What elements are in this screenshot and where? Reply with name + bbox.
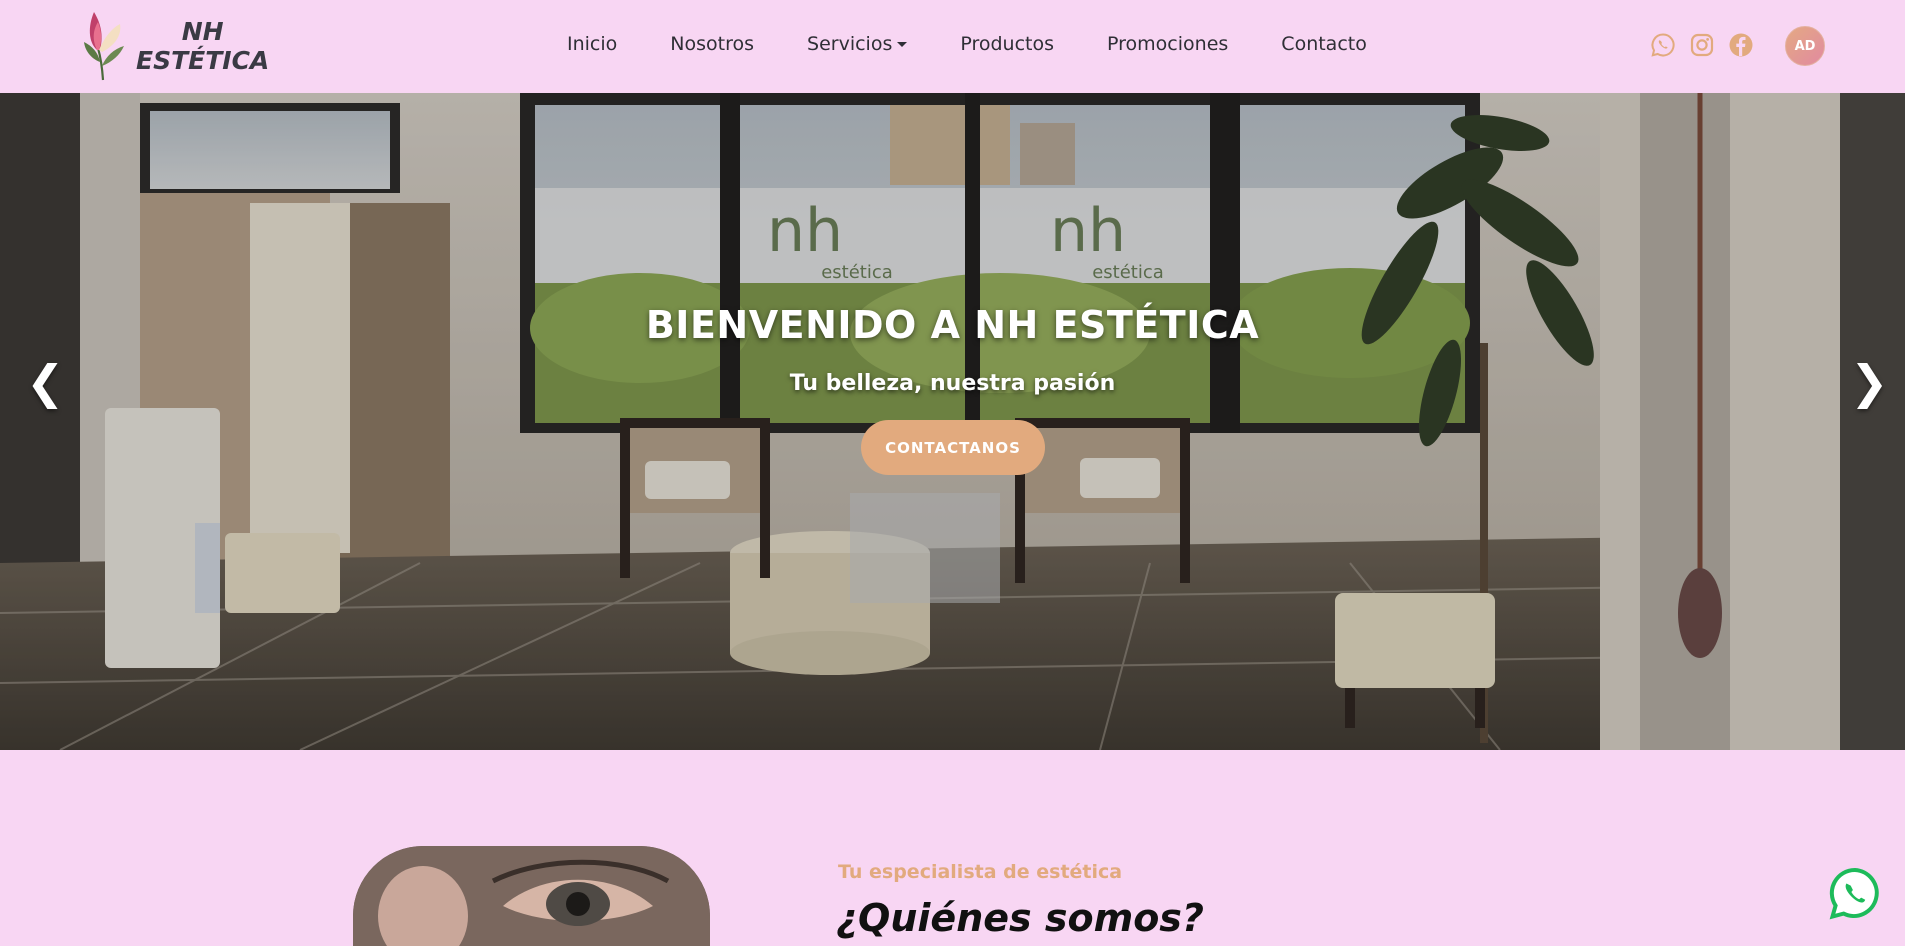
social-links	[1650, 32, 1767, 58]
hero-title: BIENVENIDO A NH ESTÉTICA	[645, 303, 1260, 347]
brand-name: NH ESTÉTICA	[136, 17, 269, 75]
nav-item-label: Nosotros	[670, 33, 755, 55]
whatsapp-icon[interactable]	[1650, 32, 1676, 58]
about-kicker: Tu especialista de estética	[838, 861, 1123, 883]
main-nav: Inicio Nosotros Servicios Productos Prom…	[567, 33, 1420, 55]
nav-item-servicios[interactable]: Servicios	[807, 33, 908, 55]
nav-item-label: Contacto	[1281, 33, 1367, 55]
user-initials: AD	[1794, 38, 1816, 54]
nav-item-label: Inicio	[567, 33, 618, 55]
nav-item-nosotros[interactable]: Nosotros	[670, 33, 754, 55]
nav-item-label: Promociones	[1107, 33, 1229, 55]
carousel-next-icon[interactable]: ❯	[1850, 355, 1889, 409]
tulip-logo-icon	[84, 12, 124, 81]
nav-item-productos[interactable]: Productos	[960, 33, 1054, 55]
carousel-prev-icon[interactable]: ❮	[26, 355, 65, 409]
nav-item-label: Servicios	[807, 33, 893, 55]
whatsapp-float-icon[interactable]	[1827, 866, 1883, 922]
hero-carousel: nh estética nh estética BIENVENIDO A NH …	[0, 93, 1905, 750]
about-image	[353, 846, 710, 946]
caret-down-icon	[897, 42, 908, 47]
brand-name-line2: ESTÉTICA	[136, 46, 270, 75]
instagram-icon[interactable]	[1689, 32, 1715, 58]
brand-logo[interactable]: NH ESTÉTICA	[80, 10, 269, 82]
nav-item-promociones[interactable]: Promociones	[1107, 33, 1228, 55]
nav-item-contacto[interactable]: Contacto	[1281, 33, 1367, 55]
brand-name-line1: NH	[181, 17, 224, 46]
facebook-icon[interactable]	[1728, 32, 1754, 58]
about-photo	[353, 846, 710, 946]
nav-item-inicio[interactable]: Inicio	[567, 33, 617, 55]
about-title: ¿Quiénes somos?	[836, 896, 1204, 940]
contact-button[interactable]: CONTACTANOS	[861, 420, 1045, 475]
site-header: NH ESTÉTICA Inicio Nosotros Servicios Pr…	[0, 0, 1905, 93]
nav-item-label: Productos	[960, 33, 1055, 55]
user-avatar[interactable]: AD	[1785, 26, 1825, 66]
hero-subtitle: Tu belleza, nuestra pasión	[789, 371, 1116, 396]
